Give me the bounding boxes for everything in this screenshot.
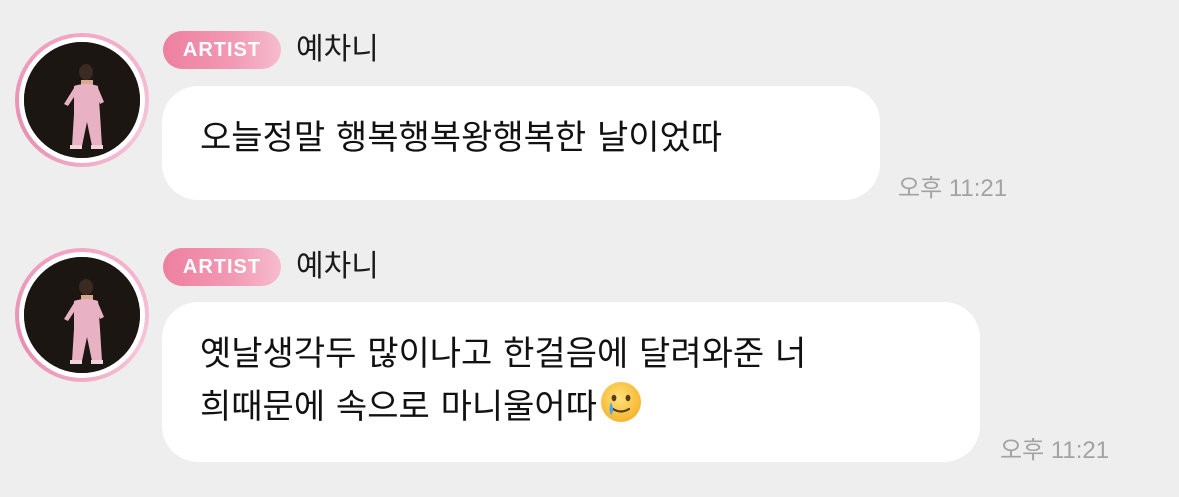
message-text-line-2-text: 희때문에 속으로 마니울어따	[200, 387, 597, 427]
avatar-frame	[19, 252, 145, 378]
face-holding-back-tears-icon	[600, 382, 641, 422]
message-timestamp: 오후 11:21	[1000, 437, 1110, 464]
message-bubble[interactable]: 옛날생각두 많이나고 한걸음에 달려와준 너 희때문에 속으로 마니울어따	[162, 302, 980, 462]
sender-name: 예차니	[296, 249, 379, 284]
message-text-line-1: 옛날생각두 많이나고 한걸음에 달려와준 너	[200, 334, 807, 374]
artist-badge: ARTIST	[163, 248, 281, 286]
profile-photo	[24, 257, 140, 373]
message-text-line-2: 희때문에 속으로 마니울어따	[200, 380, 942, 433]
avatar[interactable]	[15, 248, 149, 382]
chat-message-2: ARTIST 예차니 옛날생각두 많이나고 한걸음에 달려와준 너 희때문에 속…	[0, 0, 1179, 497]
